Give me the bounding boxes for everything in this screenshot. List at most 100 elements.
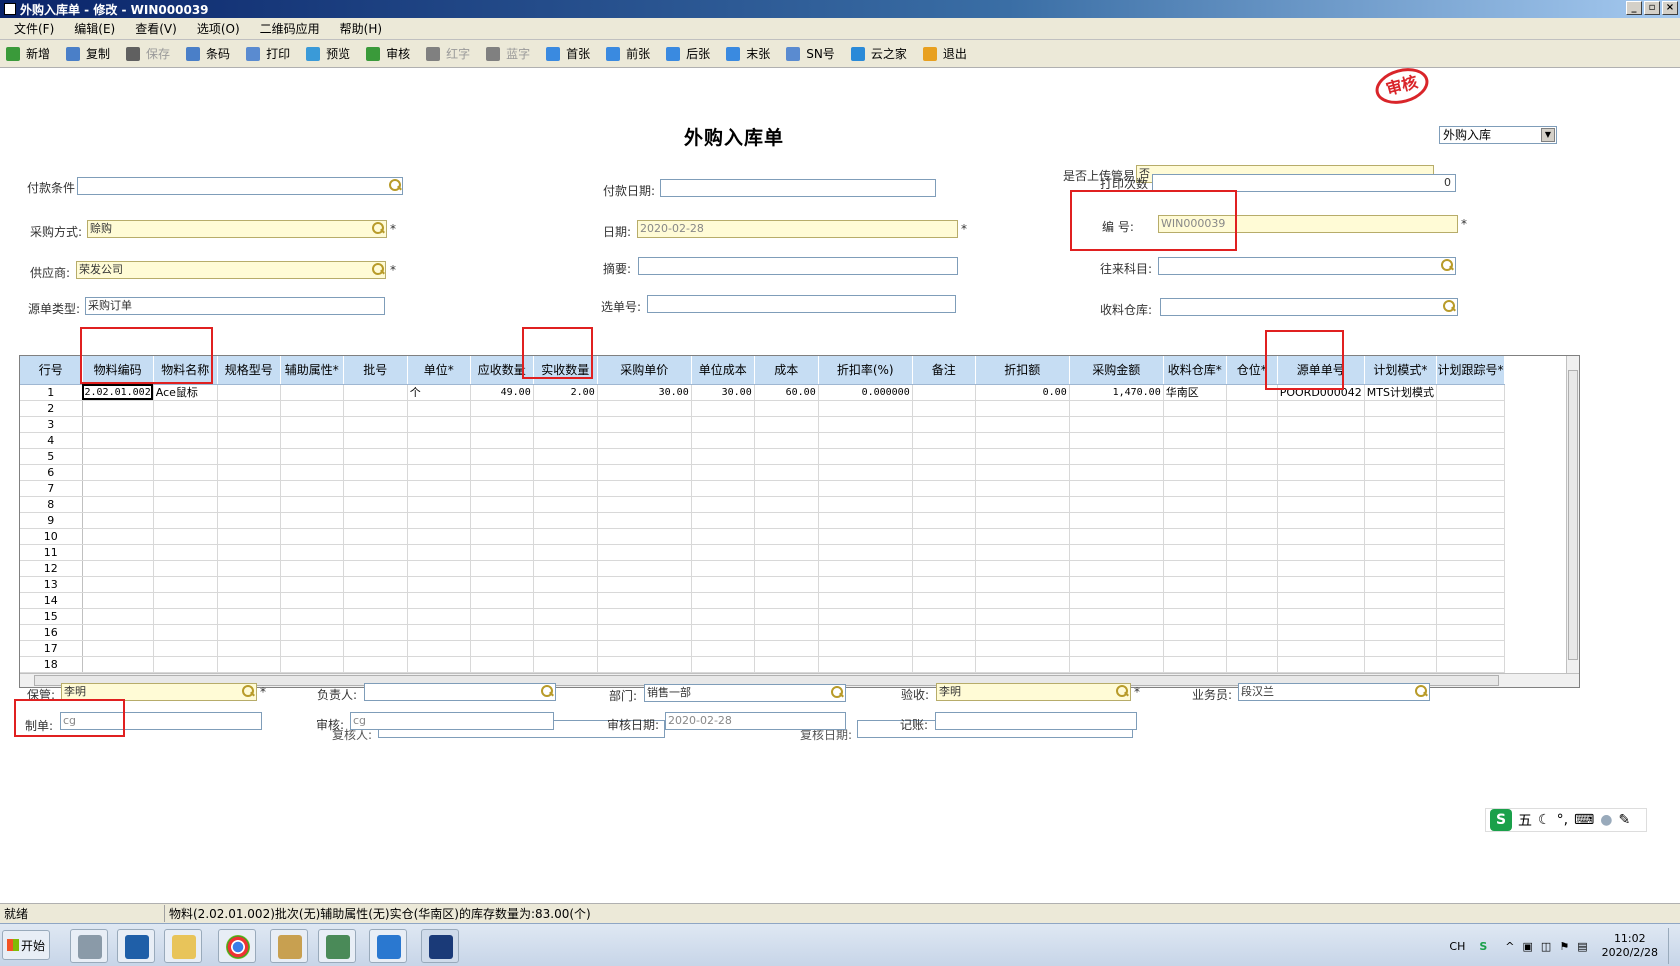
clock[interactable]: 11:02 2020/2/28 <box>1602 932 1658 960</box>
column-header[interactable]: 计划跟踪号* <box>1436 356 1505 385</box>
table-cell[interactable] <box>280 640 344 657</box>
table-cell[interactable] <box>217 512 281 529</box>
ime-mode[interactable]: 五 <box>1518 810 1532 830</box>
table-cell[interactable] <box>1277 640 1365 657</box>
table-cell[interactable] <box>217 544 281 561</box>
table-cell[interactable] <box>82 432 154 449</box>
search-icon[interactable] <box>540 684 554 698</box>
table-cell[interactable] <box>1226 480 1278 497</box>
table-cell[interactable] <box>1277 432 1365 449</box>
table-cell[interactable] <box>1364 544 1438 561</box>
table-cell[interactable] <box>533 512 598 529</box>
table-cell[interactable]: 个 <box>407 384 471 401</box>
table-cell[interactable] <box>82 544 154 561</box>
table-cell[interactable] <box>343 640 408 657</box>
table-cell[interactable] <box>1436 640 1505 657</box>
search-icon[interactable] <box>830 685 844 699</box>
table-cell[interactable] <box>912 640 976 657</box>
taskbar-app-tools[interactable] <box>270 929 308 963</box>
table-cell[interactable] <box>1069 400 1164 417</box>
table-cell[interactable] <box>82 528 154 545</box>
table-cell[interactable] <box>1226 496 1278 513</box>
table-cell[interactable] <box>1226 432 1278 449</box>
table-cell[interactable] <box>533 640 598 657</box>
table-cell[interactable] <box>818 624 913 641</box>
table-cell[interactable] <box>1436 400 1505 417</box>
table-cell[interactable] <box>533 608 598 625</box>
pay-date-field[interactable] <box>660 179 936 197</box>
table-cell[interactable] <box>280 416 344 433</box>
table-cell[interactable] <box>1436 576 1505 593</box>
table-cell[interactable] <box>533 448 598 465</box>
column-header[interactable]: 单位* <box>407 356 471 385</box>
table-cell[interactable] <box>82 624 154 641</box>
table-cell[interactable] <box>1436 560 1505 577</box>
column-header[interactable]: 批号 <box>343 356 408 385</box>
taskbar-app-window[interactable] <box>318 929 356 963</box>
table-cell[interactable] <box>1226 512 1278 529</box>
table-cell[interactable] <box>343 400 408 417</box>
manager-field[interactable] <box>364 683 556 701</box>
table-cell[interactable] <box>975 592 1070 609</box>
table-cell[interactable] <box>343 576 408 593</box>
table-cell[interactable] <box>912 480 976 497</box>
table-cell[interactable] <box>597 416 692 433</box>
column-header[interactable]: 采购金额 <box>1069 356 1164 385</box>
table-cell[interactable] <box>1277 448 1365 465</box>
table-cell[interactable] <box>1436 416 1505 433</box>
table-cell[interactable] <box>1069 464 1164 481</box>
search-icon[interactable] <box>371 221 385 235</box>
doc-type-select[interactable]: 外购入库 ▼ <box>1439 126 1557 144</box>
table-cell[interactable] <box>597 496 692 513</box>
table-cell[interactable] <box>1436 528 1505 545</box>
table-cell[interactable] <box>912 512 976 529</box>
table-cell[interactable] <box>82 608 154 625</box>
table-cell[interactable] <box>470 624 534 641</box>
table-cell[interactable]: 2.00 <box>533 384 598 401</box>
toolbar-button-cloud[interactable]: 云之家 <box>850 45 907 62</box>
table-cell[interactable] <box>1277 544 1365 561</box>
table-cell[interactable]: 49.00 <box>470 384 534 401</box>
table-cell[interactable] <box>1436 624 1505 641</box>
toolbar-button-check[interactable]: 审核 <box>366 45 410 62</box>
table-cell[interactable] <box>1069 480 1164 497</box>
toolbar-button-save[interactable]: 保存 <box>126 45 170 62</box>
table-cell[interactable] <box>407 480 471 497</box>
table-cell[interactable] <box>280 432 344 449</box>
table-cell[interactable] <box>975 624 1070 641</box>
table-cell[interactable] <box>470 416 534 433</box>
table-cell[interactable]: 0.00 <box>975 384 1070 401</box>
table-cell[interactable] <box>1226 640 1278 657</box>
table-cell[interactable] <box>1436 384 1505 401</box>
table-cell[interactable] <box>1226 592 1278 609</box>
pay-terms-field[interactable] <box>77 177 403 195</box>
table-cell[interactable] <box>533 624 598 641</box>
table-cell[interactable] <box>597 464 692 481</box>
table-cell[interactable] <box>691 640 755 657</box>
table-cell[interactable] <box>1277 608 1365 625</box>
table-cell[interactable] <box>1226 544 1278 561</box>
table-cell[interactable] <box>153 432 218 449</box>
table-cell[interactable] <box>691 656 755 673</box>
table-cell[interactable] <box>343 496 408 513</box>
table-cell[interactable] <box>818 656 913 673</box>
table-cell[interactable] <box>1069 576 1164 593</box>
column-header[interactable]: 计划模式* <box>1364 356 1438 385</box>
table-cell[interactable] <box>533 400 598 417</box>
table-cell[interactable]: 华南区 <box>1163 384 1227 401</box>
table-cell[interactable]: 30.00 <box>597 384 692 401</box>
table-cell[interactable] <box>975 400 1070 417</box>
table-cell[interactable] <box>597 624 692 641</box>
table-cell[interactable] <box>754 432 819 449</box>
table-row[interactable]: 4 <box>20 432 1505 449</box>
table-cell[interactable] <box>691 608 755 625</box>
menu-file[interactable]: 文件(F) <box>14 20 54 37</box>
table-cell[interactable] <box>1277 576 1365 593</box>
table-cell[interactable] <box>217 608 281 625</box>
table-cell[interactable] <box>975 608 1070 625</box>
table-cell[interactable] <box>1436 512 1505 529</box>
table-cell[interactable] <box>407 448 471 465</box>
moon-icon[interactable]: ☾ <box>1538 812 1551 828</box>
table-cell[interactable] <box>597 640 692 657</box>
table-cell[interactable] <box>533 560 598 577</box>
